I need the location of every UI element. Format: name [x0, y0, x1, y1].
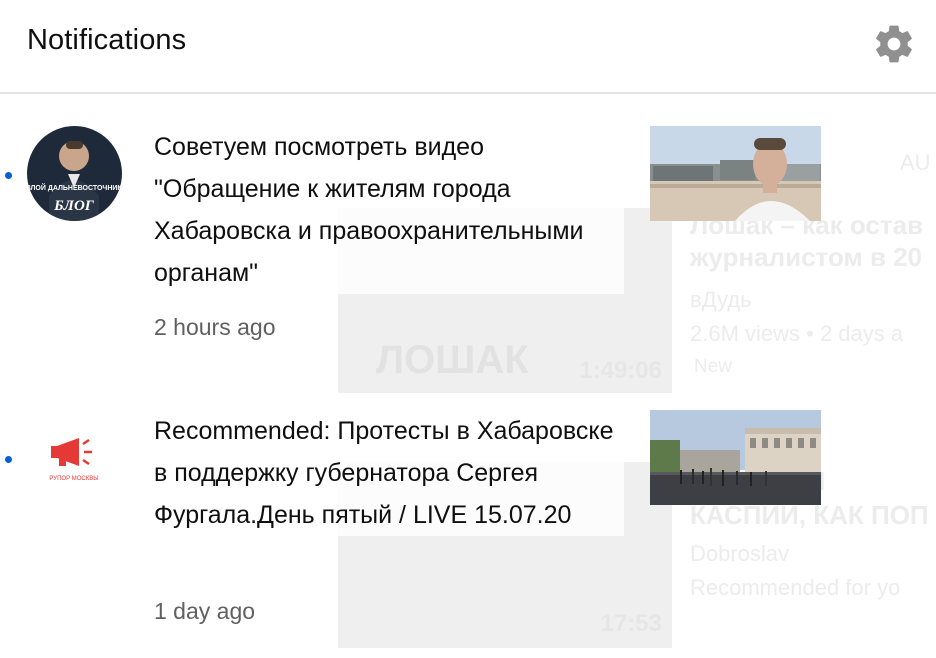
channel-avatar-image: РУПОР МОСКВЫ — [27, 410, 122, 505]
notifications-header: Notifications — [0, 0, 936, 94]
notification-thumbnail[interactable] — [650, 410, 821, 505]
notification-message: Советуем посмотреть видео "Обращение к ж… — [154, 126, 624, 294]
avatar-text: РУПОР МОСКВЫ — [49, 476, 98, 482]
avatar-text-top: ЗЛОЙ ДАЛЬНЕВОСТОЧНИК — [27, 183, 122, 192]
avatar-text-bottom: БЛОГ — [53, 198, 95, 214]
settings-button[interactable] — [870, 20, 918, 68]
avatar[interactable]: ЗЛОЙ ДАЛЬНЕВОСТОЧНИК БЛОГ — [27, 126, 122, 221]
notification-timestamp: 2 hours ago — [154, 314, 276, 341]
notification-thumbnail[interactable] — [650, 126, 821, 221]
channel-avatar-image: ЗЛОЙ ДАЛЬНЕВОСТОЧНИК БЛОГ — [27, 126, 122, 221]
avatar[interactable]: РУПОР МОСКВЫ — [27, 410, 122, 505]
page-title: Notifications — [27, 24, 187, 56]
notification-message: Recommended: Протесты в Хабаровске в под… — [154, 410, 624, 536]
unread-indicator — [5, 172, 12, 179]
video-thumbnail-image — [650, 410, 821, 505]
unread-indicator — [5, 456, 12, 463]
video-thumbnail-image — [650, 126, 821, 221]
notification-timestamp: 1 day ago — [154, 598, 256, 625]
gear-icon — [876, 25, 912, 63]
notification-item[interactable]: ЗЛОЙ ДАЛЬНЕВОСТОЧНИК БЛОГ Советуем посмо… — [0, 94, 936, 374]
notification-item[interactable]: РУПОР МОСКВЫ Recommended: Протесты в Хаб… — [0, 378, 936, 658]
